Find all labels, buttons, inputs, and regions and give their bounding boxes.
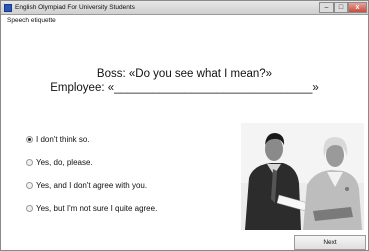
question-line-boss: Boss: «Do you see what I mean?»: [96, 68, 273, 80]
maximize-button[interactable]: □: [334, 2, 348, 13]
answer-option-4[interactable]: Yes, but I'm not sure I quite agree.: [26, 202, 157, 214]
minimize-button[interactable]: ‒: [319, 2, 334, 13]
window-title: English Olympiad For University Students: [15, 4, 135, 11]
radio-button[interactable]: [26, 204, 33, 212]
question-line-employee: Employee: «_____________________________…: [50, 82, 319, 94]
answer-option-3[interactable]: Yes, and I don't agree with you.: [26, 179, 147, 191]
answer-option-label: I don't think so.: [36, 134, 90, 144]
section-label: Speech etiquette: [7, 17, 56, 24]
answer-option-2[interactable]: Yes, do, please.: [26, 156, 93, 168]
close-button[interactable]: x: [348, 2, 367, 13]
title-bar: English Olympiad For University Students: [1, 1, 368, 15]
next-button[interactable]: Next: [294, 235, 366, 250]
answer-option-label: Yes, do, please.: [36, 157, 93, 167]
answer-option-1[interactable]: I don't think so.: [26, 133, 90, 145]
answer-option-label: Yes, and I don't agree with you.: [36, 180, 148, 190]
radio-button[interactable]: [26, 158, 33, 166]
app-icon: [4, 4, 12, 12]
business-meeting-photo: [241, 123, 364, 230]
radio-button-selected[interactable]: [26, 135, 33, 143]
app-window: English Olympiad For University Students…: [0, 0, 369, 251]
radio-button[interactable]: [26, 181, 33, 189]
answer-option-label: Yes, but I'm not sure I quite agree.: [36, 203, 158, 213]
